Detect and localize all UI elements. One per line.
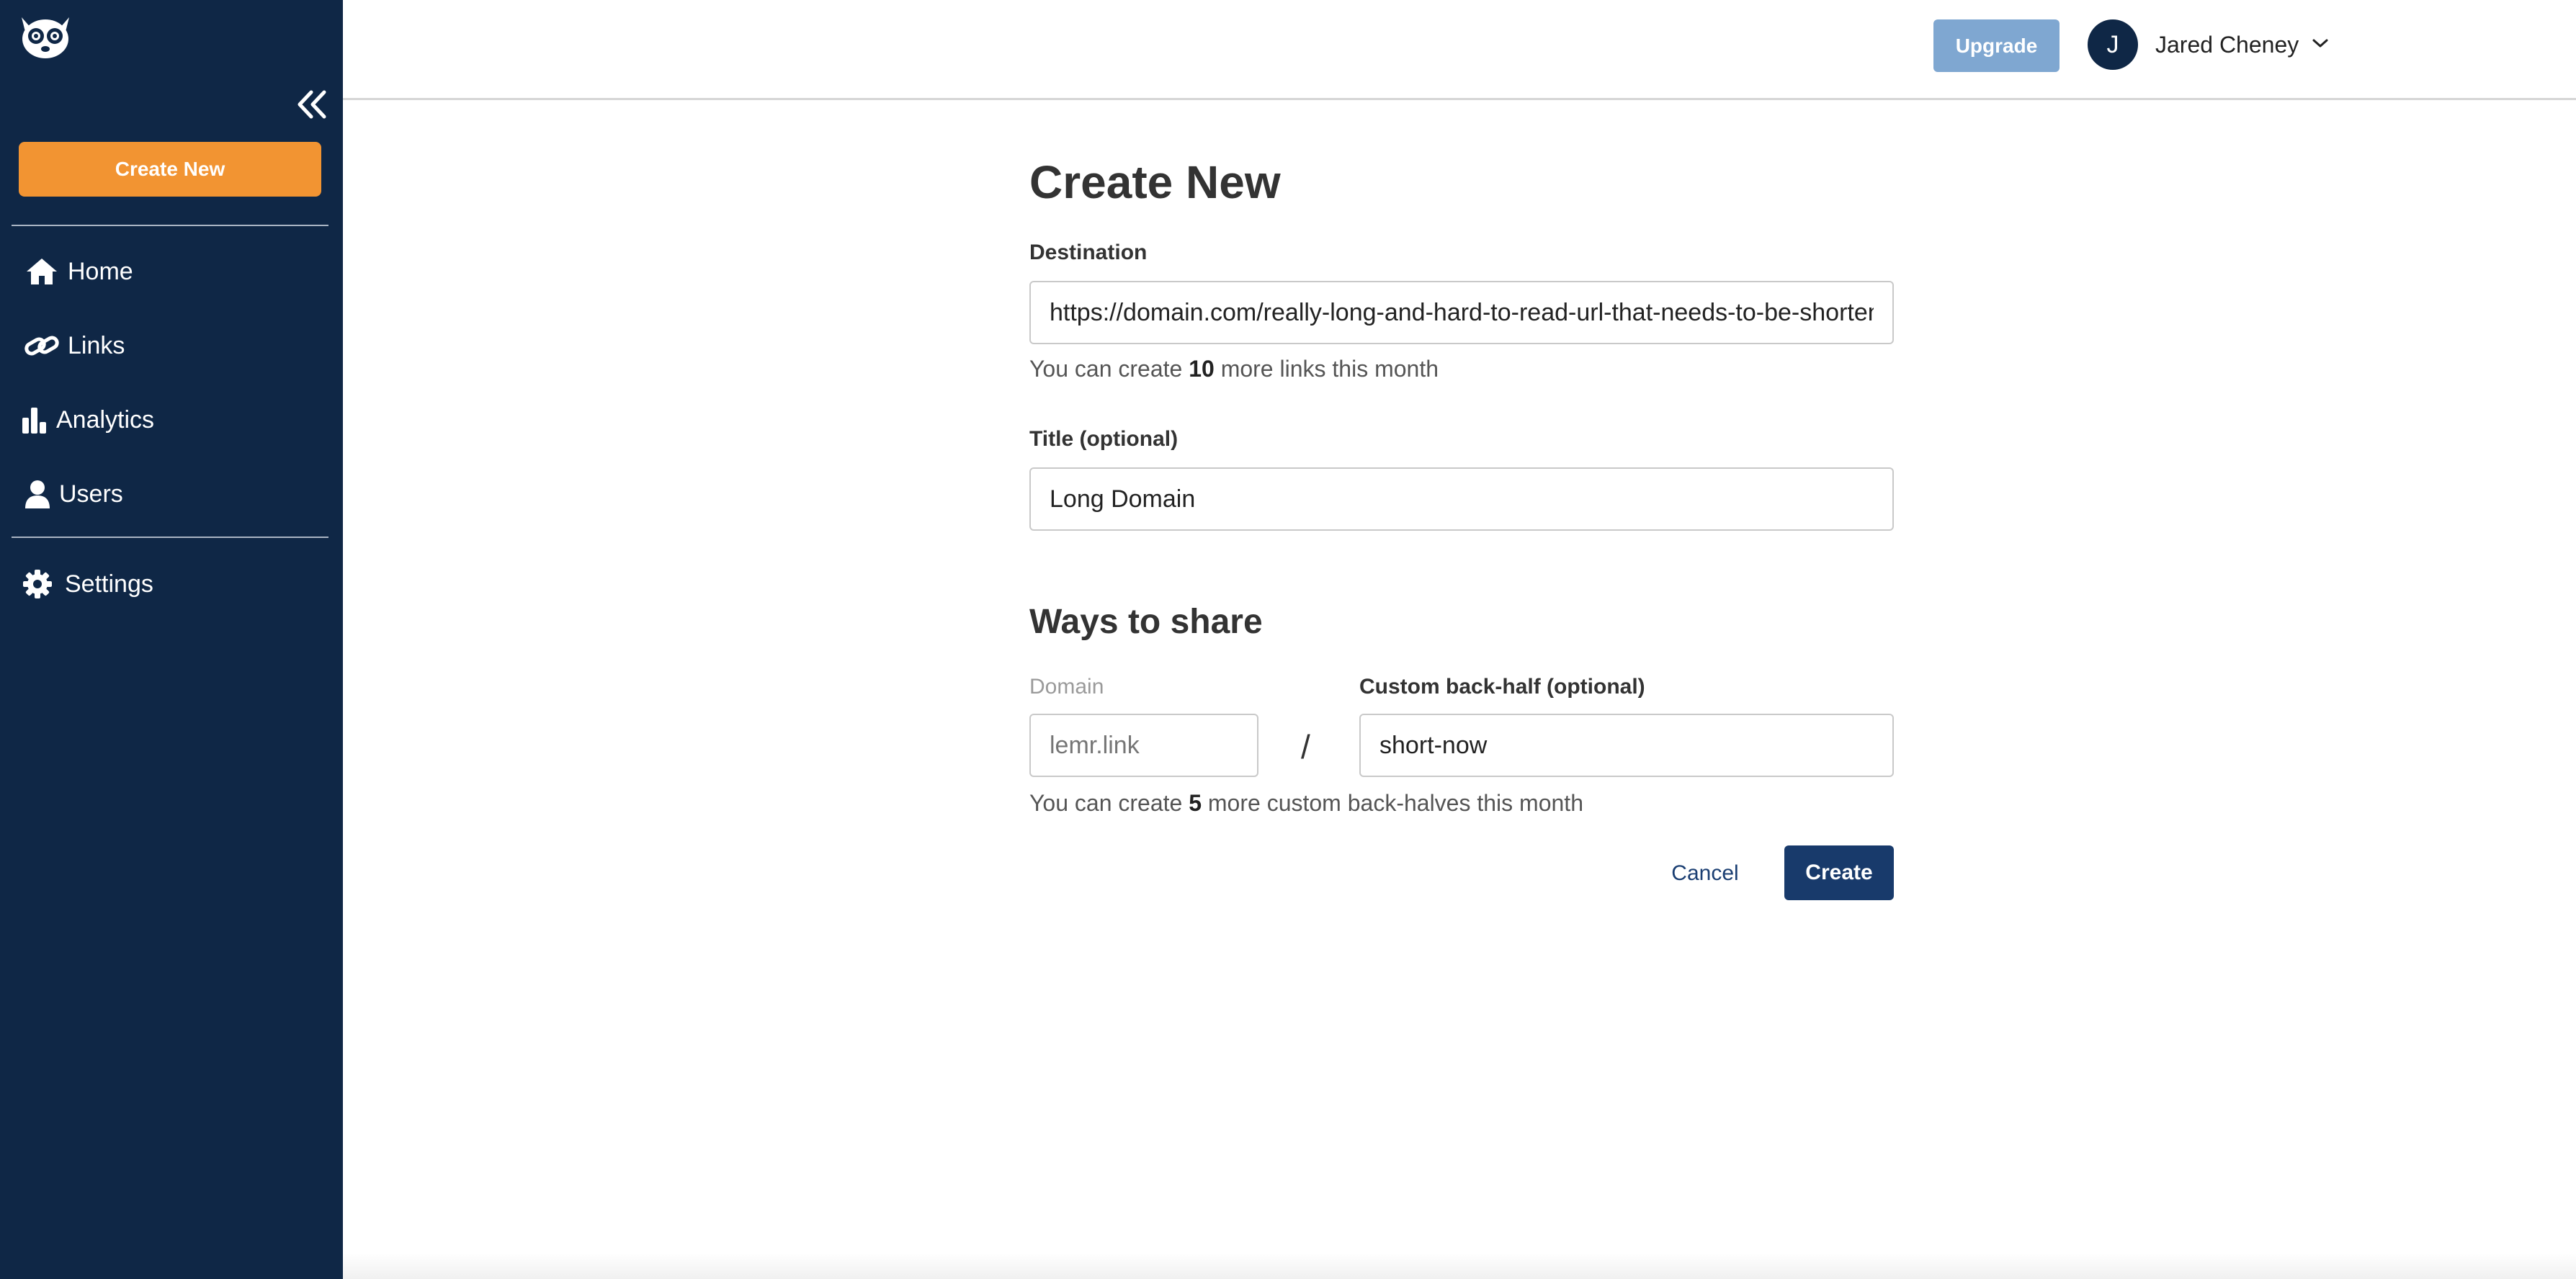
sidebar-item-label: Users (59, 480, 123, 508)
chevron-down-icon (2312, 37, 2329, 53)
destination-input[interactable] (1029, 281, 1894, 344)
lemur-logo-icon[interactable] (16, 10, 75, 60)
sidebar-divider (12, 225, 328, 226)
gear-icon (16, 570, 59, 598)
sidebar-item-label: Settings (65, 570, 153, 598)
cancel-button[interactable]: Cancel (1657, 847, 1753, 900)
create-button[interactable]: Create (1784, 845, 1894, 900)
page-title: Create New (1029, 156, 1281, 208)
sidebar-item-analytics[interactable]: Analytics (0, 387, 343, 452)
sidebar: Create New Home Links Analytics Users Se… (0, 0, 343, 1279)
backhalf-remaining-text: You can create 5 more custom back-halves… (1029, 790, 1583, 816)
upgrade-button[interactable]: Upgrade (1933, 19, 2060, 72)
links-remaining-text: You can create 10 more links this month (1029, 356, 1439, 382)
collapse-sidebar-icon[interactable] (294, 88, 330, 121)
sidebar-item-label: Links (68, 331, 125, 359)
sidebar-item-label: Home (68, 257, 133, 285)
sidebar-item-users[interactable]: Users (0, 462, 343, 526)
links-remaining-count: 10 (1189, 356, 1215, 382)
sidebar-item-settings[interactable]: Settings (0, 552, 343, 616)
bar-chart-icon (13, 406, 56, 434)
backhalf-label: Custom back-half (optional) (1359, 675, 1645, 699)
user-name: Jared Cheney (2155, 31, 2299, 58)
sidebar-item-links[interactable]: Links (0, 313, 343, 378)
title-label: Title (optional) (1029, 427, 1179, 451)
backhalf-remaining-count: 5 (1189, 790, 1202, 816)
avatar: J (2088, 19, 2138, 70)
domain-input (1029, 714, 1258, 777)
create-new-button[interactable]: Create New (19, 142, 321, 197)
link-icon (20, 331, 63, 360)
user-icon (16, 480, 59, 508)
domain-label: Domain (1029, 675, 1104, 699)
title-input[interactable] (1029, 467, 1894, 531)
sidebar-item-label: Analytics (56, 405, 155, 434)
url-separator: / (1301, 728, 1310, 766)
sidebar-item-home[interactable]: Home (0, 239, 343, 304)
page-bottom-edge (343, 1253, 2576, 1279)
destination-label: Destination (1029, 241, 1148, 264)
backhalf-input[interactable] (1359, 714, 1894, 777)
home-icon (20, 257, 63, 286)
sidebar-divider (12, 537, 328, 538)
ways-to-share-heading: Ways to share (1029, 603, 1263, 641)
user-menu[interactable]: J Jared Cheney (2088, 19, 2329, 71)
